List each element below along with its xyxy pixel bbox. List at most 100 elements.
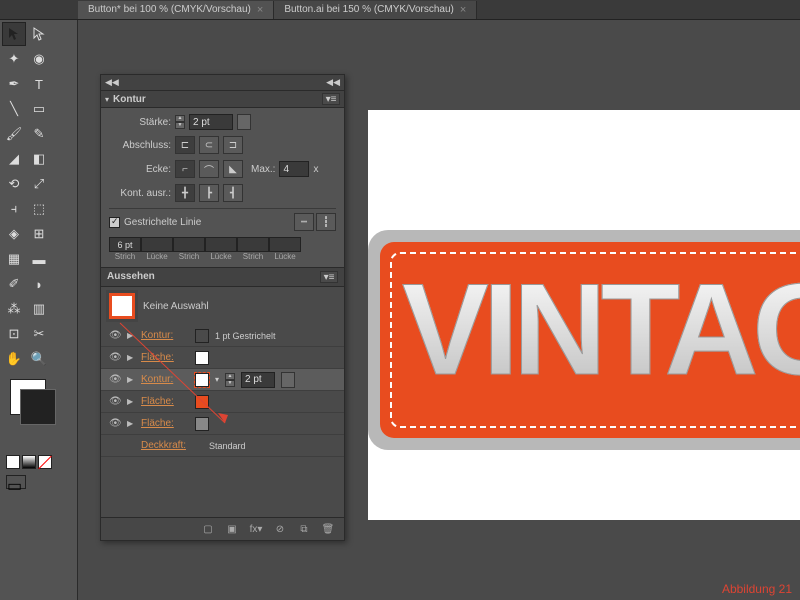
tab-button-100[interactable]: Button* bei 100 % (CMYK/Vorschau)×	[78, 1, 274, 19]
type-tool[interactable]: T	[27, 72, 51, 96]
expand-icon[interactable]: ▶	[127, 353, 135, 362]
cap-projecting[interactable]: ⊐	[223, 136, 243, 154]
eraser-tool[interactable]: ◧	[27, 147, 51, 171]
tab-button-ai-150[interactable]: Button.ai bei 150 % (CMYK/Vorschau)×	[274, 1, 477, 19]
zoom-tool[interactable]: 🔍	[27, 347, 51, 371]
gap-1[interactable]	[141, 237, 173, 252]
visibility-icon[interactable]: 👁	[109, 352, 121, 363]
panel-menu-icon[interactable]: ▾≡	[320, 271, 338, 283]
eyedropper-tool[interactable]: ✐	[2, 272, 26, 296]
align-center[interactable]: ╋	[175, 184, 195, 202]
dashed-line-checkbox[interactable]: Gestrichelte Linie	[109, 217, 201, 228]
artboard[interactable]: VINTAG	[368, 110, 800, 520]
appearance-row-opacity[interactable]: 👁▶ Deckkraft: Standard	[101, 435, 344, 457]
gap-3[interactable]	[269, 237, 301, 252]
brush-tool[interactable]: 🖌	[2, 122, 26, 146]
dash-1[interactable]	[109, 237, 141, 252]
expand-icon[interactable]: ▶	[127, 331, 135, 340]
panel-menu-icon[interactable]: ▾≡	[322, 93, 340, 105]
magic-wand-tool[interactable]: ✦	[2, 47, 26, 71]
new-fill-icon[interactable]: ▢	[200, 522, 216, 536]
staerke-input[interactable]	[189, 114, 233, 130]
pencil-tool[interactable]: ✎	[27, 122, 51, 146]
visibility-icon[interactable]: 👁	[109, 418, 121, 429]
appearance-row-kontur-1[interactable]: 👁▶ Kontur: 1 pt Gestrichelt	[101, 325, 344, 347]
expand-icon[interactable]: ▶	[127, 375, 135, 384]
abschluss-label: Abschluss:	[109, 140, 171, 151]
symbol-sprayer-tool[interactable]: ⁂	[2, 297, 26, 321]
free-transform-tool[interactable]: ⬚	[27, 197, 51, 221]
stroke-swatch[interactable]	[20, 389, 56, 425]
miter-limit-input[interactable]	[279, 161, 309, 177]
width-tool[interactable]: ⫞	[2, 197, 26, 221]
gradient-tool[interactable]: ▬	[27, 247, 51, 271]
hand-tool[interactable]: ✋	[2, 347, 26, 371]
close-icon[interactable]: ×	[257, 4, 263, 16]
close-icon[interactable]: ×	[460, 4, 466, 16]
dash-3[interactable]	[237, 237, 269, 252]
align-inside[interactable]: ┣	[199, 184, 219, 202]
screen-mode[interactable]: ▭	[6, 475, 26, 489]
visibility-icon[interactable]: 👁	[109, 374, 121, 385]
stroke-weight-stepper[interactable]: ▲▼	[225, 373, 235, 387]
aussehen-title: Aussehen	[107, 271, 155, 283]
fill-stroke-swatches[interactable]	[2, 377, 75, 437]
perspective-tool[interactable]: ⊞	[27, 222, 51, 246]
blend-tool[interactable]: ◗	[27, 272, 51, 296]
line-tool[interactable]: ╲	[2, 97, 26, 121]
chevron-down-icon[interactable]: ▾	[105, 95, 109, 104]
color-chip[interactable]	[195, 351, 209, 365]
stroke-weight-dropdown[interactable]	[281, 372, 295, 388]
color-chip[interactable]	[195, 329, 209, 343]
vintage-text: VINTAG	[402, 254, 800, 404]
expand-icon[interactable]: ▶	[127, 419, 135, 428]
color-chip[interactable]	[195, 417, 209, 431]
gap-2[interactable]	[205, 237, 237, 252]
color-chip[interactable]	[195, 373, 209, 387]
visibility-icon[interactable]: 👁	[109, 396, 121, 407]
none-mode[interactable]	[38, 455, 52, 469]
graph-tool[interactable]: ▥	[27, 297, 51, 321]
rectangle-tool[interactable]: ▭	[27, 97, 51, 121]
join-round[interactable]: ⌒	[199, 160, 219, 178]
cap-butt[interactable]: ⊏	[175, 136, 195, 154]
lasso-tool[interactable]: ◉	[27, 47, 51, 71]
appearance-row-kontur-2[interactable]: 👁▶ Kontur: ▾ ▲▼	[101, 369, 344, 391]
direct-selection-tool[interactable]	[27, 22, 51, 46]
cap-round[interactable]: ⊂	[199, 136, 219, 154]
new-stroke-icon[interactable]: ▣	[224, 522, 240, 536]
scale-tool[interactable]: ⤢	[27, 172, 51, 196]
dash-2[interactable]	[173, 237, 205, 252]
duplicate-icon[interactable]: ⧉	[296, 522, 312, 536]
stroke-weight-input[interactable]	[241, 372, 275, 388]
panel-collapse-icon[interactable]: ◀◀	[326, 77, 340, 88]
shape-builder-tool[interactable]: ◈	[2, 222, 26, 246]
color-mode[interactable]	[6, 455, 20, 469]
pen-tool[interactable]: ✒	[2, 72, 26, 96]
mesh-tool[interactable]: ▦	[2, 247, 26, 271]
panel-collapse-icon[interactable]: ◀◀	[105, 77, 119, 88]
rotate-tool[interactable]: ⟲	[2, 172, 26, 196]
dash-align-corners[interactable]: ┇	[316, 213, 336, 231]
appearance-row-flaeche-3[interactable]: 👁▶ Fläche:	[101, 413, 344, 435]
artboard-tool[interactable]: ⊡	[2, 322, 26, 346]
expand-icon[interactable]: ▶	[127, 397, 135, 406]
align-outside[interactable]: ┫	[223, 184, 243, 202]
join-bevel[interactable]: ◣	[223, 160, 243, 178]
appearance-row-flaeche-2[interactable]: 👁▶ Fläche:	[101, 391, 344, 413]
staerke-stepper[interactable]: ▲▼	[175, 115, 185, 129]
staerke-dropdown[interactable]	[237, 114, 251, 130]
color-chip[interactable]	[195, 395, 209, 409]
selection-tool[interactable]	[2, 22, 26, 46]
join-miter[interactable]: ⌐	[175, 160, 195, 178]
trash-icon[interactable]: 🗑	[320, 522, 336, 536]
gradient-mode[interactable]	[22, 455, 36, 469]
slice-tool[interactable]: ✂	[27, 322, 51, 346]
dash-preserve-exact[interactable]: ┅	[294, 213, 314, 231]
blob-brush-tool[interactable]: ◢	[2, 147, 26, 171]
fx-icon[interactable]: fx▾	[248, 522, 264, 536]
appearance-row-flaeche-1[interactable]: 👁▶ Fläche:	[101, 347, 344, 369]
visibility-icon[interactable]: 👁	[109, 330, 121, 341]
clear-icon[interactable]: ⊘	[272, 522, 288, 536]
watermark-text: Abbildung 21	[722, 582, 792, 596]
